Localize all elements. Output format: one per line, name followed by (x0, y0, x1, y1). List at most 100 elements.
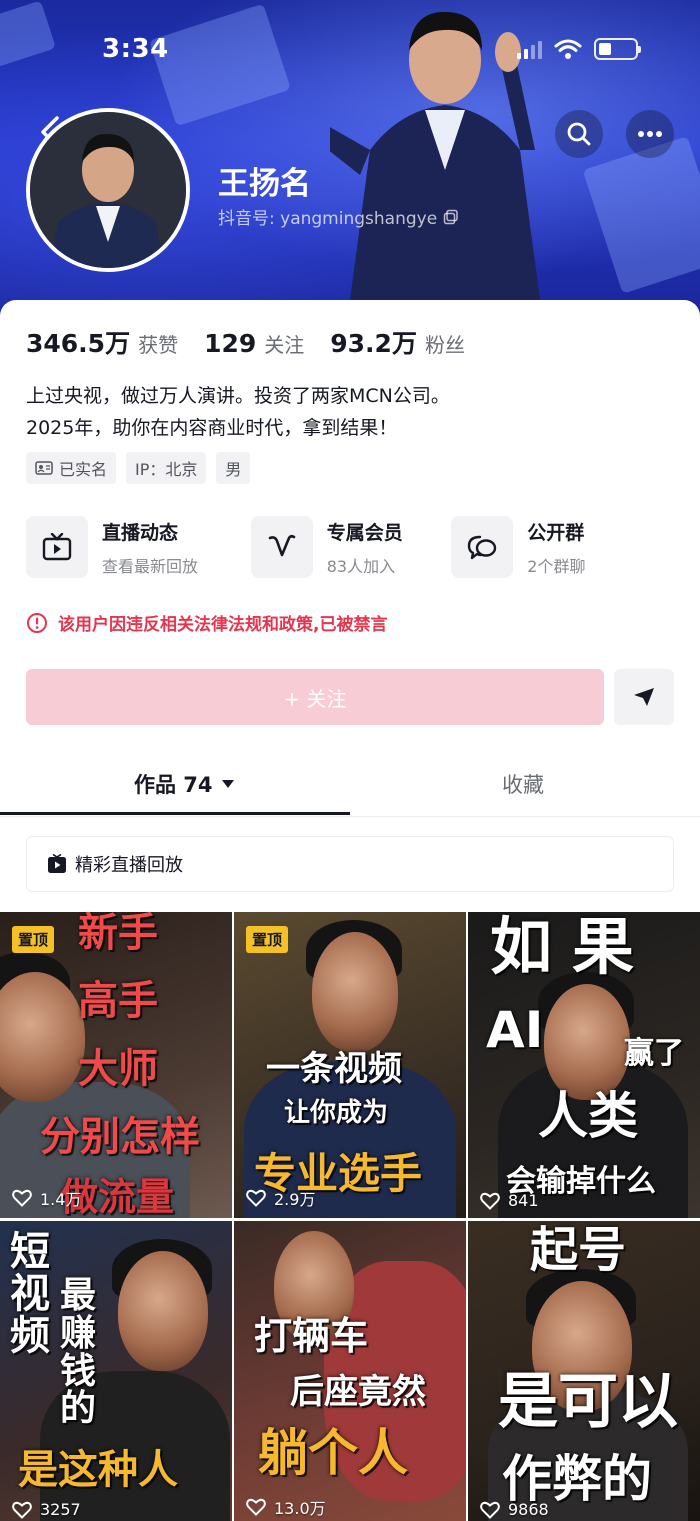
live-replay-entry[interactable]: 精彩直播回放 (26, 836, 674, 892)
video-thumbnail[interactable]: 短视频 最赚钱的 是这种人 3257 (0, 1221, 232, 1521)
tag-verified: 已实名 (26, 452, 117, 484)
heart-icon (246, 1498, 266, 1516)
live-replay-icon (48, 854, 66, 873)
heart-icon (246, 1189, 266, 1207)
stat-followers[interactable]: 93.2万 粉丝 (330, 324, 465, 360)
membership-v-icon (268, 534, 296, 557)
bio-line: 上过央视，做过万人演讲。投资了两家MCN公司。 (26, 385, 450, 407)
more-dots-icon (638, 131, 662, 137)
feature-subtitle: 2个群聊 (527, 556, 586, 576)
stat-value: 129 (204, 329, 257, 358)
feature-live-activity[interactable]: 直播动态 查看最新回放 (26, 516, 251, 578)
thumbnail-figure (544, 984, 630, 1100)
like-count-text: 841 (508, 1191, 539, 1210)
video-caption: 打辆车 (254, 1314, 369, 1358)
share-button[interactable] (614, 669, 674, 725)
avatar[interactable] (26, 108, 190, 272)
video-caption: 是这种人 (18, 1447, 178, 1493)
video-caption: 新手 (78, 912, 158, 956)
like-count: 3257 (12, 1500, 81, 1519)
like-count: 9868 (480, 1500, 549, 1519)
heart-icon (12, 1501, 32, 1519)
active-tab-indicator (0, 812, 350, 815)
profile-nickname: 王扬名 (218, 166, 311, 202)
tab-favorites[interactable]: 收藏 (502, 769, 544, 799)
video-caption: 一条视频 (266, 1049, 402, 1089)
banner-decoration (582, 136, 700, 294)
video-caption: 人类 (538, 1087, 638, 1145)
video-caption: 如果 (490, 912, 655, 983)
stat-likes[interactable]: 346.5万 获赞 (26, 324, 178, 360)
tag-label: IP：北京 (135, 460, 198, 479)
video-caption: 最赚钱的 (60, 1275, 97, 1430)
tag-label: 已实名 (59, 460, 108, 479)
thumbnail-figure (312, 932, 398, 1052)
status-time: 3:34 (102, 34, 169, 64)
video-grid: 置顶 新手 高手 大师 分别怎样 做流量 1.4万 置顶 一条视频 让你成为 专… (0, 912, 700, 1521)
warning-text: 该用户因违反相关法律法规和政策,已被禁言 (58, 615, 388, 635)
profile-stats: 346.5万 获赞 129 关注 93.2万 粉丝 (26, 324, 465, 360)
feature-title: 专属会员 (326, 521, 403, 544)
tab-works[interactable]: 作品 74 (134, 769, 235, 799)
search-button[interactable] (555, 110, 603, 158)
video-caption: 作弊的 (502, 1450, 652, 1508)
profile-tags: 已实名 IP：北京 男 (26, 452, 251, 484)
video-caption: 是可以 (498, 1367, 678, 1437)
video-thumbnail[interactable]: 如果 AI 赢了 人类 会输掉什么 841 (468, 912, 700, 1218)
like-count-text: 2.9万 (274, 1190, 316, 1209)
feature-membership[interactable]: 专属会员 83人加入 (250, 516, 452, 578)
feature-icon-box (250, 516, 313, 578)
video-thumbnail[interactable]: 置顶 一条视频 让你成为 专业选手 2.9万 (234, 912, 466, 1218)
video-thumbnail[interactable]: 打辆车 后座竟然 躺个人 13.0万 (234, 1221, 466, 1521)
like-count: 1.4万 (12, 1186, 81, 1210)
heart-icon (480, 1192, 500, 1210)
feature-title: 直播动态 (102, 521, 179, 544)
profile-card: 346.5万 获赞 129 关注 93.2万 粉丝 上过央视，做过万人演讲。投资… (0, 300, 700, 1521)
live-tv-icon (42, 533, 72, 561)
like-count: 13.0万 (246, 1495, 326, 1519)
status-bar: 3:34 (0, 34, 700, 70)
feature-icon-box (451, 516, 514, 578)
caret-down-icon[interactable] (221, 779, 235, 789)
tag-label: 男 (225, 460, 242, 479)
video-caption: 起号 (530, 1222, 627, 1278)
video-thumbnail[interactable]: 起号 是可以 作弊的 9868 (468, 1221, 700, 1521)
like-count-text: 1.4万 (40, 1190, 82, 1209)
heart-icon (480, 1501, 500, 1519)
like-count-text: 3257 (40, 1500, 81, 1519)
video-caption: 短视频 (10, 1229, 50, 1359)
feature-subtitle: 83人加入 (326, 556, 396, 576)
profile-banner: 3:34 王扬名 抖音号: yangmingshangye (0, 0, 700, 320)
stat-following[interactable]: 129 关注 (204, 329, 304, 358)
stat-value: 346.5万 (26, 329, 131, 358)
video-caption: 让你成为 (284, 1098, 389, 1128)
video-thumbnail[interactable]: 置顶 新手 高手 大师 分别怎样 做流量 1.4万 (0, 912, 232, 1218)
stat-label: 获赞 (138, 333, 179, 357)
more-button[interactable] (626, 110, 674, 158)
douyin-id-text: 抖音号: yangmingshangye (218, 209, 438, 229)
profile-bio: 上过央视，做过万人演讲。投资了两家MCN公司。 2025年，助你在内容商业时代，… (26, 380, 450, 444)
alert-circle-icon (27, 612, 47, 633)
like-count: 2.9万 (246, 1186, 315, 1210)
wifi-icon (554, 39, 582, 59)
id-card-icon (35, 461, 53, 475)
content-tabs: 作品 74 收藏 (0, 755, 700, 817)
pinned-badge: 置顶 (246, 926, 289, 953)
douyin-id: 抖音号: yangmingshangye (218, 204, 459, 229)
tab-label: 作品 74 (134, 773, 213, 797)
cellular-signal-icon (517, 39, 542, 59)
feature-subtitle: 查看最新回放 (102, 556, 199, 576)
video-caption: 后座竟然 (290, 1372, 426, 1412)
video-caption: 大师 (78, 1046, 158, 1092)
video-caption: 分别怎样 (40, 1114, 200, 1160)
tag-gender: 男 (216, 452, 251, 484)
feature-title: 公开群 (527, 521, 585, 544)
search-icon (567, 122, 591, 146)
feature-public-group[interactable]: 公开群 2个群聊 (451, 516, 676, 578)
follow-button[interactable]: + 关注 (26, 669, 604, 725)
feature-row: 直播动态 查看最新回放 专属会员 83人加入 公开群 2个群聊 (26, 516, 676, 578)
copy-icon[interactable] (443, 209, 459, 225)
live-replay-label: 精彩直播回放 (75, 855, 183, 876)
send-icon (634, 688, 654, 706)
group-chat-icon (468, 535, 497, 560)
